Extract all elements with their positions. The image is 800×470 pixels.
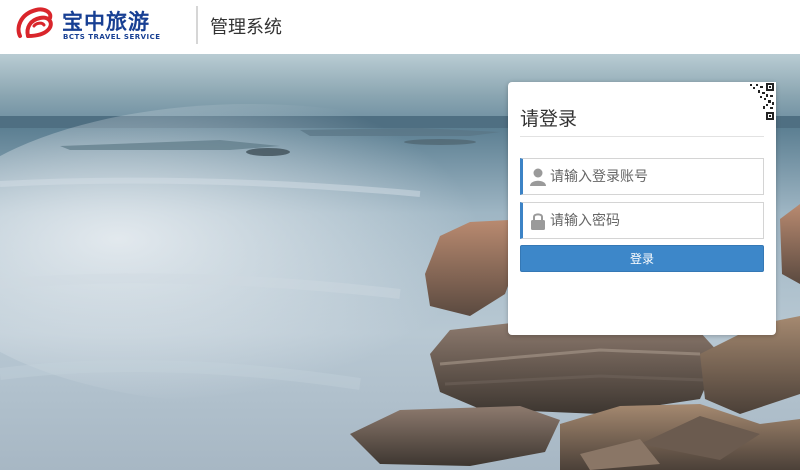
user-icon [530,168,546,186]
logo-mark-icon [16,7,53,38]
password-input[interactable] [550,203,760,238]
header-divider [196,6,198,44]
company-logo: 宝中旅游 BCTS TRAVEL SERVICE [14,6,164,42]
login-button[interactable]: 登录 [520,245,764,272]
login-divider [520,136,764,137]
system-title: 管理系统 [210,17,282,38]
brand-name: 宝中旅游 [62,10,150,34]
account-field [520,158,764,195]
lock-icon [531,213,545,230]
password-field [520,202,764,239]
qr-code-icon[interactable] [736,82,776,122]
login-panel: 请登录 请输入登录账号 登录 [508,82,776,335]
top-header: 宝中旅游 BCTS TRAVEL SERVICE 管理系统 [0,0,800,54]
login-title: 请登录 [520,108,578,130]
brand-subtitle: BCTS TRAVEL SERVICE [63,33,161,41]
account-input[interactable] [550,159,760,194]
